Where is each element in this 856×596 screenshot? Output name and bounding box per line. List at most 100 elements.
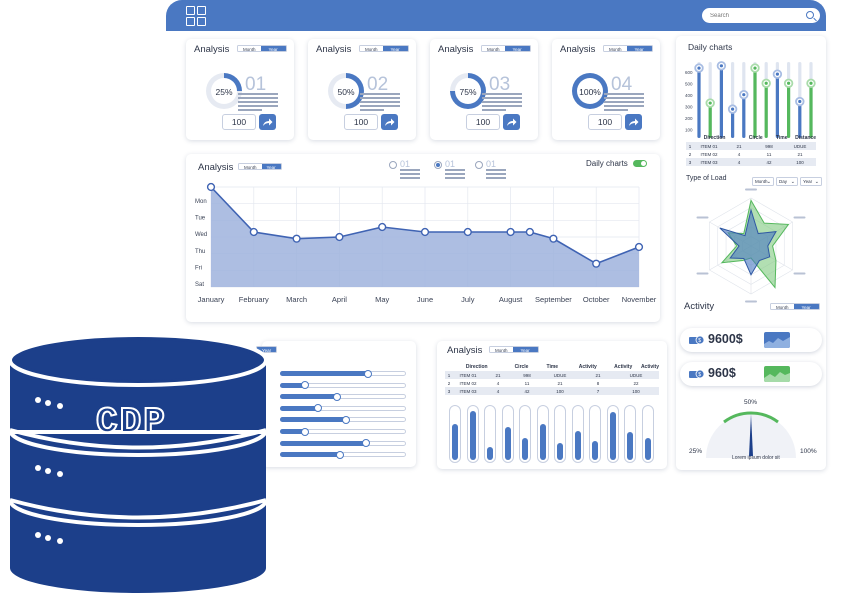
radar-chart [696,188,806,303]
slider-knob[interactable] [301,427,310,436]
toggle-month[interactable]: Month [604,46,627,51]
card-value-input[interactable]: 100 [344,114,378,130]
table-toggle-year[interactable]: Year [512,347,538,352]
table-cell: ITEM 01 [700,143,718,149]
search-input[interactable] [710,9,800,22]
activity-amount-1: 9600$ [708,332,743,346]
progress-percent: 75% [459,87,477,97]
bar [697,68,701,138]
table-row: 3 ITEM 03 4 42 100 7 100 [445,387,659,395]
table-cell: 21 [595,372,601,378]
y-tick-label: 200 [685,116,693,121]
card-value-input[interactable]: 100 [222,114,256,130]
slider-knob[interactable] [313,404,322,413]
progress-percent: 100% [579,87,601,97]
slider-knob[interactable] [301,381,310,390]
table-cell: 3 [447,388,451,394]
table-cell: 998 [765,143,773,149]
activity-toggle-month[interactable]: Month [771,304,794,309]
table-cell: 4 [737,159,741,165]
vertical-bar-fill [574,430,581,460]
forward-button[interactable] [259,114,276,130]
bar [809,83,813,138]
vertical-bar-fill [627,432,634,460]
table-cell: 42 [766,159,772,165]
toggle-month[interactable]: Month [238,46,261,51]
table-row: 3 ITEM 03 4 42 100 [686,158,816,166]
data-point [506,227,515,237]
table-cell: 8 [596,380,600,386]
card-value-input[interactable]: 100 [466,114,500,130]
select-value: Day [779,179,788,184]
radar-axis-label [696,272,709,275]
toggle-year[interactable]: Year [260,46,286,51]
forward-button[interactable] [381,114,398,130]
data-point [634,242,644,252]
vertical-progress-bar [554,405,566,463]
load-select-day[interactable]: Day ⌄ [776,177,798,186]
gauge-label-25: 25% [689,448,703,455]
table-toggle-month[interactable]: Month [490,347,513,352]
toggle-year[interactable]: Year [382,46,408,51]
activity-toggle[interactable]: Month Year [770,303,820,310]
toggle-month[interactable]: Month [482,46,505,51]
search-icon[interactable] [806,11,814,19]
data-point [592,259,601,268]
table-cell: ITEM 01 [459,372,477,378]
slider-knob[interactable] [336,450,345,459]
bar [764,83,768,138]
toggle-year[interactable]: Year [626,46,652,51]
x-tick-label: November [622,295,657,304]
vertical-progress-bar [641,405,654,463]
toggle-year[interactable]: Year [504,46,530,51]
data-point [420,227,430,237]
table-cell: 7 [596,388,600,394]
slider-fill [280,405,318,411]
table-row: 2 ITEM 02 4 11 21 [686,150,816,158]
table-cell: 11 [766,151,772,157]
grid-menu-icon[interactable] [186,6,206,26]
vertical-progress-bar [571,405,584,463]
card-value-input[interactable]: 100 [588,114,622,130]
arrow-forward-icon [507,118,517,126]
analysis-card-toggle[interactable]: Month Year [603,45,653,52]
slider-knob[interactable] [332,392,341,401]
table-card-toggle[interactable]: Month Year [489,346,539,353]
toggle-month[interactable]: Month [360,46,383,51]
table-cell: ITEM 03 [700,159,718,165]
analysis-card-title: Analysis [194,44,230,55]
forward-button[interactable] [625,114,642,130]
table-cell: 4 [496,380,500,386]
load-select-year[interactable]: Year ⌄ [800,177,822,186]
vertical-progress-bar [536,405,549,463]
load-select-month[interactable]: Month ⌄ [752,177,774,186]
forward-button[interactable] [503,114,520,130]
table-cell: UDUE [553,372,567,378]
table-cell: 3 [688,159,692,165]
column-header: Activity [614,364,633,370]
slider-knob[interactable] [361,439,370,448]
data-point [249,227,258,237]
bar [708,103,712,138]
radar-axis-label [696,216,709,219]
sliders-card: Year [256,341,416,467]
slider-knob[interactable] [364,369,373,378]
x-tick-label: February [239,295,269,304]
progress-percent: 50% [337,87,355,97]
table-cell: 11 [524,380,530,386]
column-header: Distance [795,135,816,141]
activity-title: Activity [684,301,715,312]
analysis-card-toggle[interactable]: Month Year [237,45,287,52]
radar-axis-label [793,216,806,219]
activity-toggle-year[interactable]: Year [793,304,819,309]
y-tick-label: Fri [195,265,202,271]
select-value: Month [755,179,768,184]
analysis-card-toggle[interactable]: Month Year [359,45,409,52]
daily-charts-title: Daily charts [688,42,733,52]
analysis-table: Direction Circle Time Activity Activity Activ… [445,363,659,395]
card-description-lines [238,93,278,113]
bar-knob-center [708,101,712,105]
slider-knob[interactable] [341,415,350,424]
analysis-card-toggle[interactable]: Month Year [481,45,531,52]
search-box[interactable] [702,8,820,23]
